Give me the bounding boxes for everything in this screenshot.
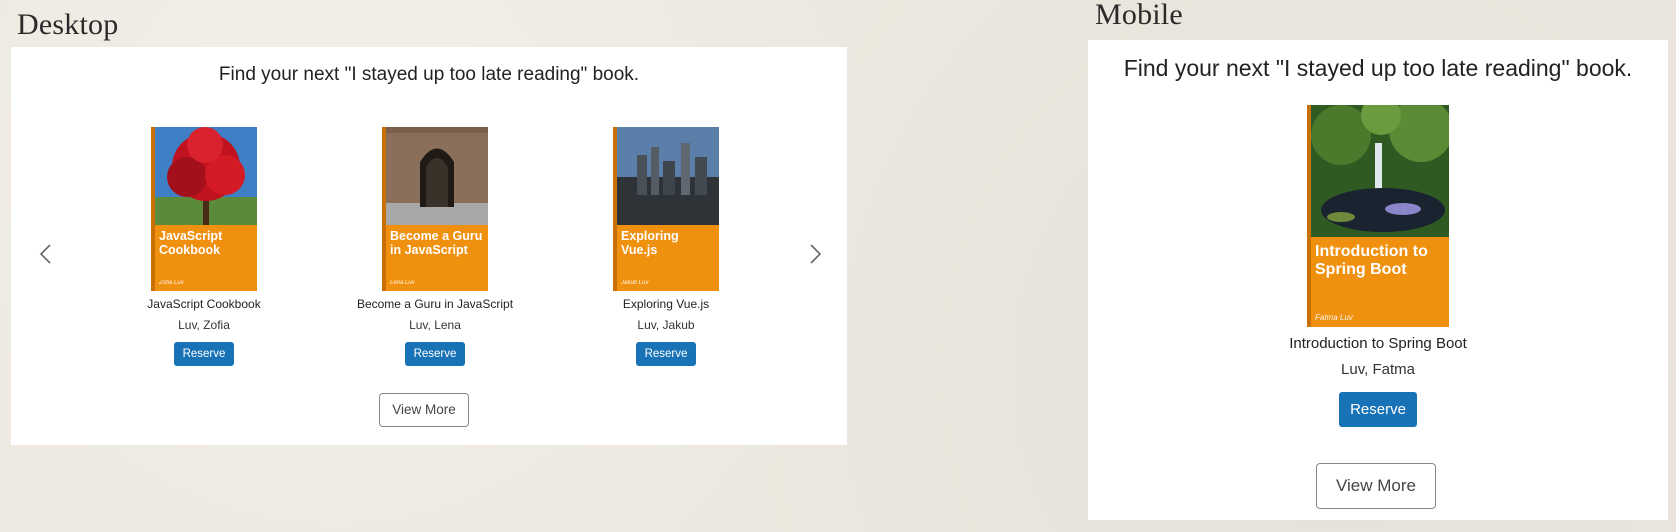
book-cover[interactable]: JavaScript Cookbook Zofia Luv xyxy=(151,127,257,291)
cover-title: Exploring Vue.js xyxy=(621,229,679,257)
book-title: Introduction to Spring Boot xyxy=(1289,335,1467,352)
view-more-button[interactable]: View More xyxy=(379,393,469,427)
chevron-left-icon xyxy=(39,244,51,264)
book-title: JavaScript Cookbook xyxy=(147,297,261,311)
desktop-panel: Find your next "I stayed up too late rea… xyxy=(11,47,847,445)
cover-title: Become a Guru in JavaScript xyxy=(390,229,483,257)
view-more-button[interactable]: View More xyxy=(1316,463,1436,509)
garden-waterfall-photo xyxy=(1311,105,1449,237)
carousel-next-button[interactable] xyxy=(802,241,828,267)
book-cover[interactable]: Exploring Vue.js Jakub Luv xyxy=(613,127,719,291)
chevron-right-icon xyxy=(810,244,822,264)
stone-archway-photo xyxy=(386,127,488,225)
desktop-label: Desktop xyxy=(17,8,119,41)
book-cover[interactable]: Become a Guru in JavaScript Lena Luv xyxy=(382,127,488,291)
book-card: JavaScript Cookbook Zofia Luv JavaScript… xyxy=(94,127,314,366)
carousel-heading: Find your next "I stayed up too late rea… xyxy=(1123,55,1633,81)
cover-author: Fatma Luv xyxy=(1315,313,1353,322)
reserve-button[interactable]: Reserve xyxy=(173,342,235,366)
cover-title: Introduction to Spring Boot xyxy=(1315,243,1428,278)
red-tree-photo xyxy=(155,127,257,225)
cover-title: JavaScript Cookbook xyxy=(159,229,223,257)
book-author: Luv, Lena xyxy=(409,318,461,332)
book-card: Exploring Vue.js Jakub Luv Exploring Vue… xyxy=(556,127,776,366)
book-cover[interactable]: Introduction to Spring Boot Fatma Luv xyxy=(1307,105,1449,327)
reserve-button[interactable]: Reserve xyxy=(404,342,466,366)
carousel-prev-button[interactable] xyxy=(33,241,59,267)
book-author: Luv, Fatma xyxy=(1341,361,1415,378)
cover-author: Zofia Luv xyxy=(159,280,184,286)
carousel-heading: Find your next "I stayed up too late rea… xyxy=(218,64,640,85)
cover-author: Jakub Luv xyxy=(621,280,649,286)
reserve-button[interactable]: Reserve xyxy=(1339,392,1417,427)
book-author: Luv, Zofia xyxy=(178,318,230,332)
mobile-label: Mobile xyxy=(1095,0,1183,31)
mobile-panel: Find your next "I stayed up too late rea… xyxy=(1088,40,1668,520)
city-skyline-photo xyxy=(617,127,719,225)
book-title: Become a Guru in JavaScript xyxy=(356,297,514,311)
book-title: Exploring Vue.js xyxy=(622,297,710,311)
book-author: Luv, Jakub xyxy=(637,318,695,332)
book-card: Introduction to Spring Boot Fatma Luv In… xyxy=(1198,105,1558,427)
book-card: Become a Guru in JavaScript Lena Luv Bec… xyxy=(325,127,545,366)
cover-author: Lena Luv xyxy=(390,280,415,286)
reserve-button[interactable]: Reserve xyxy=(635,342,697,366)
